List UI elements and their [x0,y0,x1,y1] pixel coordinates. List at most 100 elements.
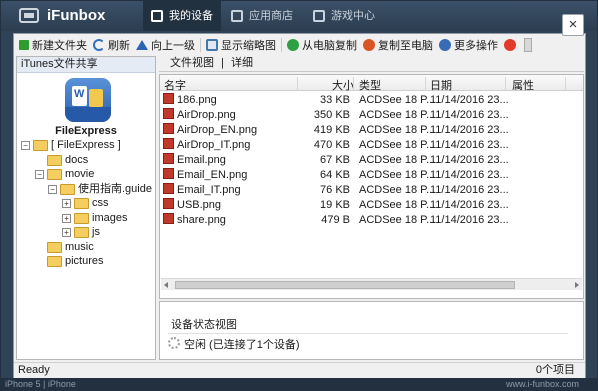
tree-item-label: css [92,197,109,209]
tree-item-music[interactable]: music [17,240,155,255]
file-row[interactable]: AirDrop_IT.png 470 KB ACDSee 18 P... 11/… [160,138,583,153]
copy-from-computer-button[interactable]: 从电脑复制 [284,36,360,54]
copy-from-computer-label: 从电脑复制 [302,40,357,52]
file-manager-dialog: 新建文件夹 刷新 向上一级 显示缩略图 从电脑复制 复制至电脑 更多操作 iTu… [13,33,586,379]
copy-to-computer-label: 复制至电脑 [378,40,433,52]
file-list: 名字 大小 类型 日期 属性 186.png 33 KB ACDSee 18 P… [159,74,584,299]
tree-item-movie[interactable]: − movie [17,167,155,182]
png-file-icon [163,213,174,224]
png-file-icon [163,183,174,194]
up-one-level-button[interactable]: 向上一级 [133,36,198,54]
scroll-right-arrow-icon[interactable] [575,282,579,288]
tree-item-label: [ FileExpress ] [51,139,121,151]
arrow-up-icon [136,40,148,50]
file-date: 11/14/2016 23... [430,124,509,136]
tree-item-pictures[interactable]: pictures [17,254,155,269]
collapse-toggle[interactable]: − [21,141,30,150]
file-size: 479 B [321,214,350,226]
file-name: USB.png [177,199,222,211]
file-type: ACDSee 18 P... [359,214,436,226]
file-row[interactable]: AirDrop.png 350 KB ACDSee 18 P... 11/14/… [160,108,583,123]
more-actions-button[interactable]: 更多操作 [436,36,501,54]
device-icon [151,10,163,22]
file-row[interactable]: AirDrop_EN.png 419 KB ACDSee 18 P... 11/… [160,123,583,138]
file-type: ACDSee 18 P... [359,109,436,121]
folder-icon [74,198,89,209]
png-file-icon [163,198,174,209]
tree-item-css[interactable]: + css [17,196,155,211]
file-row[interactable]: Email.png 67 KB ACDSee 18 P... 11/14/201… [160,153,583,168]
column-header-type[interactable]: 类型 [359,77,381,93]
copy-in-icon [287,39,299,51]
tree-item-root[interactable]: − [ FileExpress ] [17,138,155,153]
divider [168,333,568,334]
file-row[interactable]: USB.png 19 KB ACDSee 18 P... 11/14/2016 … [160,198,583,213]
file-view-toggle[interactable]: 文件视图 [170,57,214,69]
tree-item-js[interactable]: + js [17,225,155,240]
close-button[interactable]: × [562,14,584,36]
folder-icon [47,241,62,253]
folder-icon [74,227,89,238]
details-view-toggle[interactable]: 详细 [231,57,253,69]
scrollbar-thumb[interactable] [175,281,515,289]
tab-my-device[interactable]: 我的设备 [143,1,221,31]
file-row[interactable]: Email_EN.png 64 KB ACDSee 18 P... 11/14/… [160,168,583,183]
file-name: 186.png [177,94,217,106]
png-file-icon [163,153,174,164]
png-file-icon [163,168,174,179]
horizontal-scrollbar[interactable] [161,278,582,290]
folder-icon [47,256,62,267]
file-row[interactable]: 186.png 33 KB ACDSee 18 P... 11/14/2016 … [160,93,583,108]
tree-item-guide[interactable]: − 使用指南.guide [17,182,155,197]
store-icon [231,10,243,22]
refresh-button[interactable]: 刷新 [90,36,133,54]
title-bar: iFunbox 我的设备 应用商店 游戏中心 [1,1,597,31]
show-thumbnails-button[interactable]: 显示缩略图 [203,36,279,54]
tree-item-label: music [65,240,94,253]
refresh-label: 刷新 [108,40,130,52]
folder-tree: − [ FileExpress ] docs − movie − 使用指南.gu… [17,138,155,269]
png-file-icon [163,93,174,104]
folder-icon [47,154,62,166]
expand-toggle[interactable]: + [62,228,71,237]
itunes-file-sharing-pane: iTunes文件共享 FileExpress − [ FileExpress ]… [16,56,156,360]
column-header-date[interactable]: 日期 [430,77,452,93]
file-size: 419 KB [313,124,350,136]
scroll-left-arrow-icon[interactable] [164,282,168,288]
copy-out-icon [363,39,375,51]
file-size: 350 KB [313,109,350,121]
column-header-name[interactable]: 名字 [164,77,186,93]
tree-item-docs[interactable]: docs [17,153,155,168]
collapse-toggle[interactable]: − [35,170,44,179]
tab-game-center[interactable]: 游戏中心 [305,1,383,31]
tree-item-label: pictures [65,255,104,267]
toolbar-overflow-button[interactable] [524,38,532,52]
new-folder-button[interactable]: 新建文件夹 [16,36,90,54]
png-file-icon [163,138,174,149]
file-size: 67 KB [320,154,350,166]
tab-app-store[interactable]: 应用商店 [223,1,305,31]
copy-to-computer-button[interactable]: 复制至电脑 [360,36,436,54]
more-actions-label: 更多操作 [454,40,498,52]
file-row[interactable]: share.png 479 B ACDSee 18 P... 11/14/201… [160,213,583,228]
toolbar: 新建文件夹 刷新 向上一级 显示缩略图 从电脑复制 复制至电脑 更多操作 [16,36,532,54]
expand-toggle[interactable]: + [62,213,71,223]
tree-item-images[interactable]: + images [17,211,155,226]
column-header-attributes[interactable]: 属性 [512,77,534,93]
collapse-toggle[interactable]: − [48,184,57,194]
website-link[interactable]: www.i-funbox.com [506,378,579,390]
png-file-icon [163,108,174,119]
column-header-size[interactable]: 大小 [332,77,354,93]
app-window: iFunbox 我的设备 应用商店 游戏中心 新建文件夹 刷新 向上一级 显示缩… [0,0,598,391]
file-type: ACDSee 18 P... [359,199,436,211]
device-status-title: 设备状态视图 [171,319,237,331]
file-type: ACDSee 18 P... [359,169,436,181]
tab-label: 游戏中心 [331,10,375,22]
weibo-share-button[interactable] [501,36,522,54]
file-row[interactable]: Email_IT.png 76 KB ACDSee 18 P... 11/14/… [160,183,583,198]
view-mode-bar: 文件视图 | 详细 [159,56,584,72]
expand-toggle[interactable]: + [62,199,71,208]
idle-spinner-icon [168,337,180,349]
fileexpress-app-icon[interactable] [65,78,111,122]
new-folder-label: 新建文件夹 [32,40,87,52]
